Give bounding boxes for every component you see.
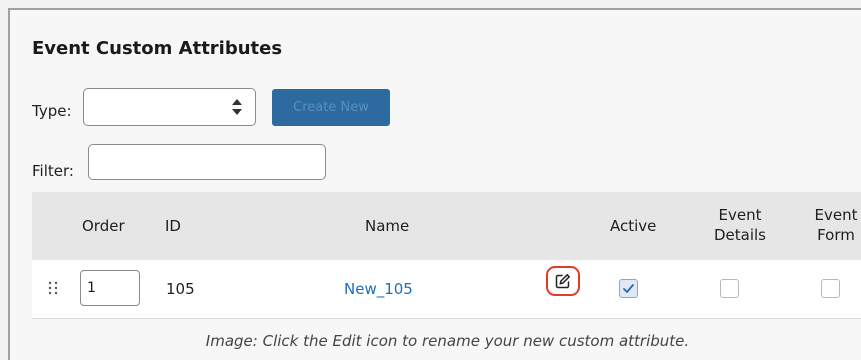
select-arrows-icon bbox=[232, 99, 242, 115]
type-label: Type: bbox=[32, 102, 72, 120]
filter-label: Filter: bbox=[32, 162, 74, 180]
edit-icon bbox=[555, 274, 570, 289]
header-event-details-line1: Event bbox=[718, 206, 762, 224]
header-active[interactable]: Active bbox=[610, 216, 656, 236]
image-caption: Image: Click the Edit icon to rename you… bbox=[32, 318, 861, 360]
header-event-form-line2: Form bbox=[817, 226, 855, 244]
edit-button[interactable] bbox=[546, 266, 580, 296]
checkmark-icon bbox=[623, 284, 634, 293]
drag-handle-icon[interactable] bbox=[47, 280, 59, 296]
create-new-button[interactable]: Create New bbox=[272, 89, 390, 126]
header-id[interactable]: ID bbox=[165, 216, 181, 236]
event-form-checkbox[interactable] bbox=[821, 279, 840, 298]
header-event-details-line2: Details bbox=[713, 226, 766, 244]
active-checkbox[interactable] bbox=[619, 279, 638, 298]
order-input[interactable]: 1 bbox=[80, 270, 140, 306]
page-title: Event Custom Attributes bbox=[32, 38, 283, 59]
table-header: Order ID Name Active Event Details Event… bbox=[32, 192, 861, 260]
header-event-details[interactable]: Event Details bbox=[700, 205, 780, 245]
header-event-form[interactable]: Event Form bbox=[806, 205, 861, 245]
event-details-checkbox[interactable] bbox=[720, 279, 739, 298]
attribute-name-link[interactable]: New_105 bbox=[344, 280, 413, 298]
attributes-panel: Event Custom Attributes Type: Create New… bbox=[8, 8, 861, 360]
header-event-form-line1: Event bbox=[814, 206, 858, 224]
filter-input[interactable] bbox=[88, 144, 326, 180]
header-name[interactable]: Name bbox=[365, 216, 409, 236]
type-select[interactable] bbox=[83, 88, 256, 126]
table-row: 1 105 New_105 bbox=[32, 260, 861, 318]
header-order[interactable]: Order bbox=[82, 216, 125, 236]
cell-id: 105 bbox=[166, 280, 195, 298]
